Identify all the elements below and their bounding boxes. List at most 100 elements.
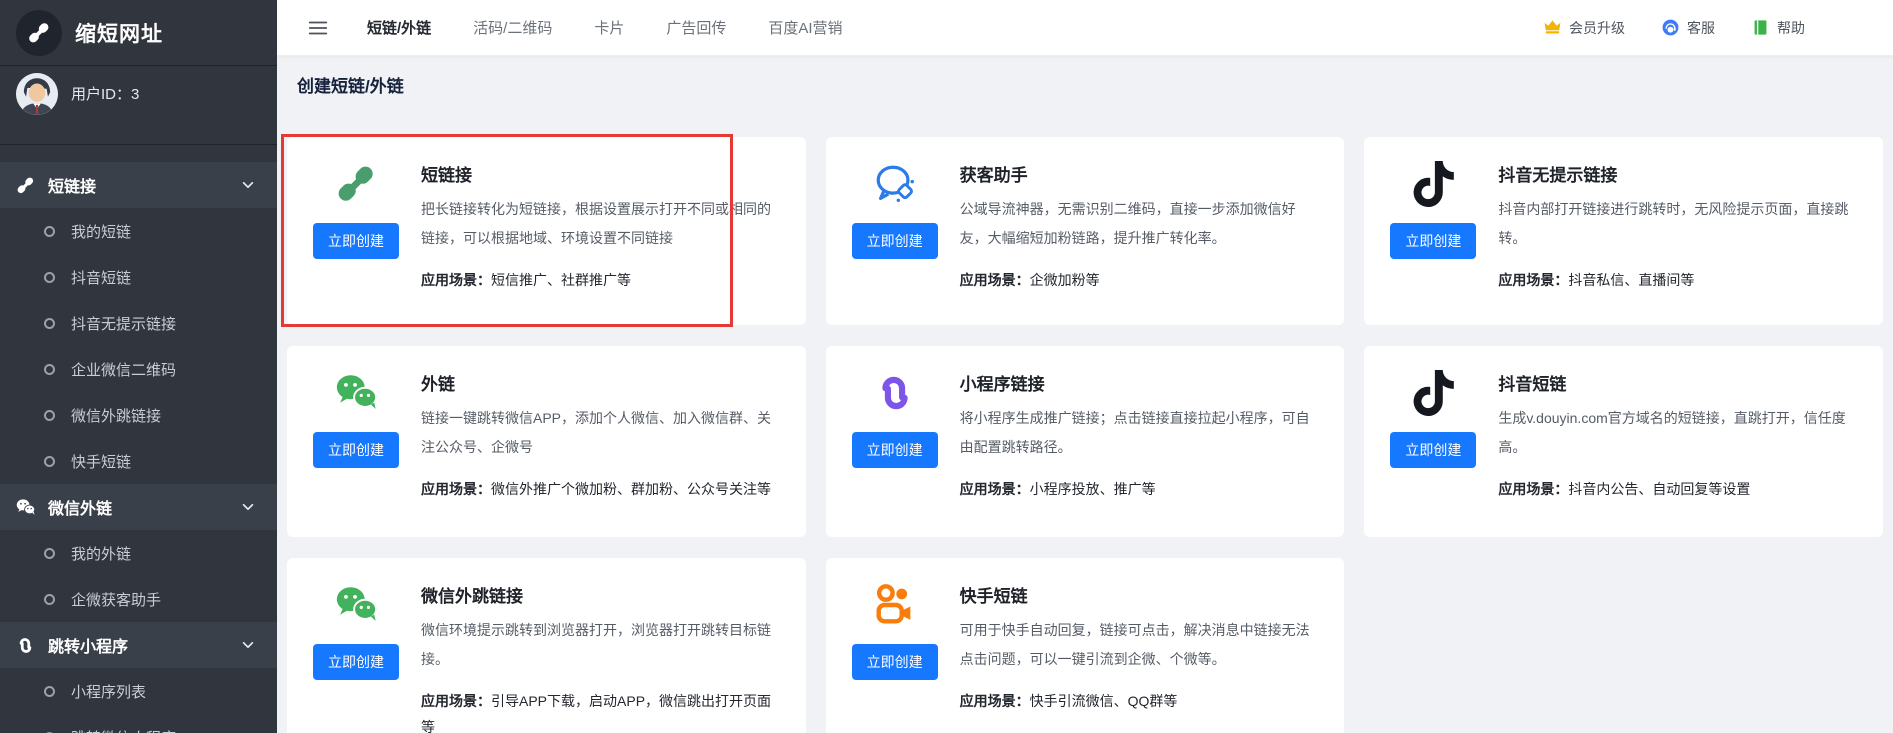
sidebar-item-label: 企微获客助手 [71, 589, 161, 610]
scenario-label: 应用场景： [960, 481, 1030, 497]
tab-3[interactable]: 卡片 [594, 17, 624, 38]
sidebar: 缩短网址 用户ID：3 短链接 我的短链抖音短链抖音无提示链接企业微信二维码微信… [0, 0, 277, 733]
card-miniprogram-4: 立即创建小程序链接将小程序生成推广链接；点击链接直接拉起小程序，可自由配置跳转路… [826, 346, 1345, 537]
create-button[interactable]: 立即创建 [1390, 223, 1476, 259]
sidebar-item-label: 微信外跳链接 [71, 405, 161, 426]
card-title: 获客助手 [960, 161, 1321, 186]
create-button[interactable]: 立即创建 [313, 432, 399, 468]
scenario-value: 小程序投放、推广等 [1030, 481, 1156, 497]
scenario-value: 抖音内公告、自动回复等设置 [1568, 481, 1750, 497]
card-left: 立即创建 [313, 159, 399, 325]
create-button[interactable]: 立即创建 [1390, 432, 1476, 468]
card-acquire-1: 立即创建获客助手公域导流神器，无需识别二维码，直接一步添加微信好友，大幅缩短加粉… [826, 137, 1345, 325]
card-desc: 可用于快手自动回复，链接可点击，解决消息中链接无法点击问题，可以一键引流到企微、… [960, 616, 1321, 674]
scenario-value: 微信外推广个微加粉、群加粉、公众号关注等 [491, 481, 771, 497]
card-body: 微信外跳链接微信环境提示跳转到浏览器打开，浏览器打开跳转目标链接。应用场景：引导… [421, 580, 782, 733]
card-kuaishou-7: 立即创建快手短链可用于快手自动回复，链接可点击，解决消息中链接无法点击问题，可以… [826, 558, 1345, 733]
sidebar-item[interactable]: 抖音短链 [0, 254, 277, 300]
service-icon [1661, 18, 1680, 37]
create-button[interactable]: 立即创建 [852, 432, 938, 468]
sidebar-item[interactable]: 快手短链 [0, 438, 277, 484]
scenario-value: 短信推广、社群推广等 [491, 272, 631, 288]
app-logo[interactable]: 缩短网址 [0, 0, 277, 66]
page-title: 创建短链/外链 [297, 72, 1883, 97]
circle-bullet-icon [44, 548, 55, 559]
card-desc: 把长链接转化为短链接，根据设置展示打开不同或相同的链接，可以根据地域、环境设置不… [421, 195, 782, 253]
sidebar-section-chain[interactable]: 短链接 [0, 162, 277, 208]
sidebar-item[interactable]: 我的外链 [0, 530, 277, 576]
card-grid: 立即创建短链接把长链接转化为短链接，根据设置展示打开不同或相同的链接，可以根据地… [287, 137, 1883, 733]
hamburger-icon[interactable] [307, 17, 329, 39]
card-wechat-3: 立即创建外链链接一键跳转微信APP，添加个人微信、加入微信群、关注公众号、企微号… [287, 346, 806, 537]
chain-icon [333, 161, 379, 207]
main-content: 创建短链/外链 立即创建短链接把长链接转化为短链接，根据设置展示打开不同或相同的… [277, 56, 1893, 733]
action-crown[interactable]: 会员升级 [1543, 18, 1625, 38]
sidebar-item[interactable]: 跳转微信小程序 [0, 714, 277, 733]
card-body: 获客助手公域导流神器，无需识别二维码，直接一步添加微信好友，大幅缩短加粉链路，提… [960, 159, 1321, 325]
douyin-icon [1410, 161, 1456, 207]
circle-bullet-icon [44, 272, 55, 283]
card-title: 外链 [421, 370, 782, 395]
create-button[interactable]: 立即创建 [852, 644, 938, 680]
card-body: 快手短链可用于快手自动回复，链接可点击，解决消息中链接无法点击问题，可以一键引流… [960, 580, 1321, 733]
create-button[interactable]: 立即创建 [852, 223, 938, 259]
tab-5[interactable]: 百度AI营销 [768, 17, 842, 38]
sidebar-item-label: 抖音无提示链接 [71, 313, 176, 334]
book-icon [1751, 18, 1770, 37]
sidebar-item-label: 快手短链 [71, 451, 131, 472]
action-label: 帮助 [1777, 18, 1805, 38]
sidebar-item[interactable]: 小程序列表 [0, 668, 277, 714]
user-info: 用户ID：3 [0, 66, 277, 121]
scenario-value: 抖音私信、直播间等 [1568, 272, 1694, 288]
circle-bullet-icon [44, 594, 55, 605]
sidebar-item[interactable]: 我的短链 [0, 208, 277, 254]
card-scenario: 应用场景：小程序投放、推广等 [960, 476, 1321, 502]
sidebar-item[interactable]: 抖音无提示链接 [0, 300, 277, 346]
sidebar-section-miniprogram[interactable]: 跳转小程序 [0, 622, 277, 668]
circle-bullet-icon [44, 364, 55, 375]
chevron-down-icon [241, 178, 255, 192]
scenario-label: 应用场景： [1498, 481, 1568, 497]
tab-2[interactable]: 活码/二维码 [473, 17, 552, 38]
kuaishou-icon [872, 582, 918, 628]
crown-icon [1543, 18, 1562, 37]
user-id-label: 用户ID：3 [71, 83, 139, 104]
scenario-label: 应用场景： [960, 272, 1030, 288]
sidebar-item[interactable]: 企微获客助手 [0, 576, 277, 622]
miniprogram-icon [872, 370, 918, 416]
card-desc: 生成v.douyin.com官方域名的短链接，直跳打开，信任度高。 [1498, 404, 1859, 462]
card-body: 抖音短链生成v.douyin.com官方域名的短链接，直跳打开，信任度高。应用场… [1498, 368, 1859, 537]
card-chain-0: 立即创建短链接把长链接转化为短链接，根据设置展示打开不同或相同的链接，可以根据地… [287, 137, 806, 325]
wechat-icon [14, 496, 36, 518]
card-body: 抖音无提示链接抖音内部打开链接进行跳转时，无风险提示页面，直接跳转。应用场景：抖… [1498, 159, 1859, 325]
sidebar-section-wechat[interactable]: 微信外链 [0, 484, 277, 530]
action-book[interactable]: 帮助 [1751, 18, 1805, 38]
create-button[interactable]: 立即创建 [313, 644, 399, 680]
action-service[interactable]: 客服 [1661, 18, 1715, 38]
card-body: 外链链接一键跳转微信APP，添加个人微信、加入微信群、关注公众号、企微号应用场景… [421, 368, 782, 537]
card-scenario: 应用场景：抖音内公告、自动回复等设置 [1498, 476, 1859, 502]
card-scenario: 应用场景：引导APP下载，启动APP，微信跳出打开页面等 [421, 688, 782, 733]
card-body: 小程序链接将小程序生成推广链接；点击链接直接拉起小程序，可自由配置跳转路径。应用… [960, 368, 1321, 537]
card-scenario: 应用场景：微信外推广个微加粉、群加粉、公众号关注等 [421, 476, 782, 502]
douyin-icon [1410, 370, 1456, 416]
sidebar-item[interactable]: 微信外跳链接 [0, 392, 277, 438]
acquire-icon [872, 161, 918, 207]
card-desc: 微信环境提示跳转到浏览器打开，浏览器打开跳转目标链接。 [421, 616, 782, 674]
card-title: 抖音无提示链接 [1498, 161, 1859, 186]
tab-4[interactable]: 广告回传 [666, 17, 726, 38]
card-scenario: 应用场景：短信推广、社群推广等 [421, 267, 782, 293]
card-title: 小程序链接 [960, 370, 1321, 395]
wechat-icon [333, 370, 379, 416]
top-tabs: 短链/外链 活码/二维码 卡片 广告回传 百度AI营销 [367, 17, 843, 38]
topbar-actions: 会员升级 客服 帮助 [1543, 18, 1805, 38]
card-title: 抖音短链 [1498, 370, 1859, 395]
sidebar-item[interactable]: 企业微信二维码 [0, 346, 277, 392]
create-button[interactable]: 立即创建 [313, 223, 399, 259]
card-desc: 链接一键跳转微信APP，添加个人微信、加入微信群、关注公众号、企微号 [421, 404, 782, 462]
card-scenario: 应用场景：抖音私信、直播间等 [1498, 267, 1859, 293]
action-label: 会员升级 [1569, 18, 1625, 38]
chevron-down-icon [241, 638, 255, 652]
sidebar-divider [0, 144, 277, 145]
tab-1[interactable]: 短链/外链 [367, 17, 431, 38]
